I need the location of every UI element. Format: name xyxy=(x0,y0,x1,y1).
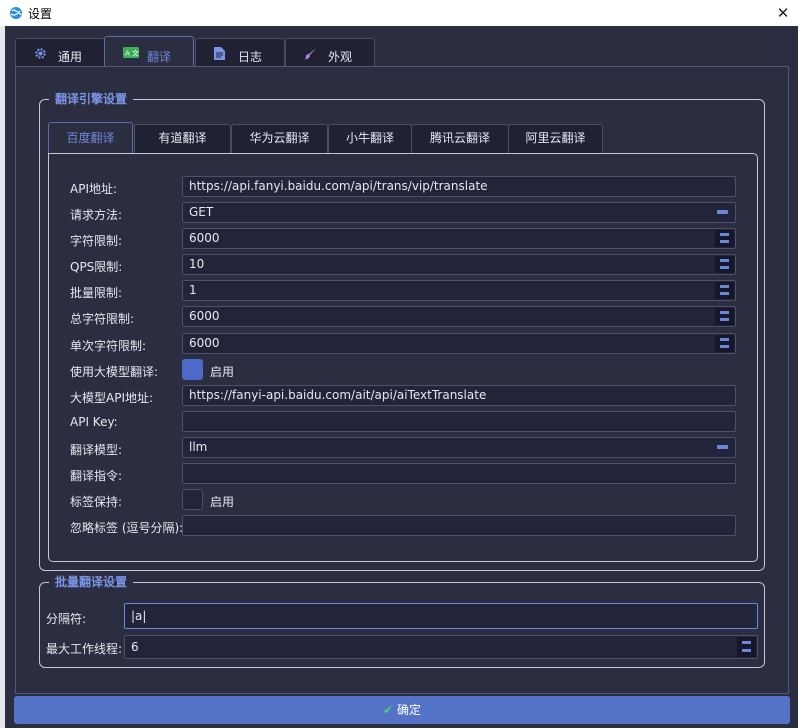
engine-group-title: 翻译引擎设置 xyxy=(49,91,134,107)
document-icon xyxy=(214,47,225,60)
dropdown-arrow-icon xyxy=(717,445,728,449)
title-bar: 设置 ✕ xyxy=(0,0,800,26)
max-workers-label: 最大工作线程: xyxy=(46,642,123,656)
tag-keep-checkbox[interactable] xyxy=(182,489,203,510)
ok-button-label: 确定 xyxy=(397,703,422,717)
tag-keep-label: 标签保持: xyxy=(70,495,123,509)
globe-icon xyxy=(10,7,22,19)
subtab-youdao[interactable]: 有道翻译 xyxy=(134,124,231,153)
spin-buttons-icon[interactable] xyxy=(737,637,756,657)
max-workers-value: 6 xyxy=(131,640,139,654)
method-select[interactable]: GET xyxy=(182,202,736,223)
separator-label: 分隔符: xyxy=(46,612,87,626)
subtab-baidu[interactable]: 百度翻译 xyxy=(48,122,133,154)
llm-api-url-label: 大模型API地址: xyxy=(70,391,154,405)
tab-appearance-label: 外观 xyxy=(328,50,353,64)
svg-text:A: A xyxy=(125,50,130,58)
ok-button[interactable]: ✔ 确定 xyxy=(14,696,790,724)
gear-icon xyxy=(35,48,46,59)
tab-translate[interactable]: A 文 翻译 xyxy=(104,36,194,69)
model-value: llm xyxy=(189,440,208,454)
spin-buttons-icon[interactable] xyxy=(715,335,734,352)
model-select[interactable]: llm xyxy=(182,437,736,458)
char-limit-spinbox[interactable]: 6000 xyxy=(182,228,736,249)
qps-limit-spinbox[interactable]: 10 xyxy=(182,254,736,275)
char-limit-label: 字符限制: xyxy=(70,234,123,248)
char-limit-value: 6000 xyxy=(189,231,220,245)
tab-general[interactable]: 通用 xyxy=(15,38,105,68)
batch-limit-spinbox[interactable]: 1 xyxy=(182,280,736,301)
checkmark-icon: ✔ xyxy=(382,703,394,717)
translate-tab-panel: 翻译引擎设置 百度翻译 有道翻译 华为云翻译 小牛翻译 腾讯云翻译 阿里云翻译 … xyxy=(15,66,789,694)
api-key-input[interactable] xyxy=(182,411,736,432)
method-label: 请求方法: xyxy=(70,208,123,222)
batch-limit-value: 1 xyxy=(189,283,197,297)
api-url-input[interactable]: https://api.fanyi.baidu.com/api/trans/vi… xyxy=(182,176,736,197)
single-char-limit-spinbox[interactable]: 6000 xyxy=(182,333,736,354)
tab-log[interactable]: 日志 xyxy=(195,38,285,68)
settings-window: 通用 A 文 翻译 日志 外观 翻译引擎设置 百度翻译 有道翻译 华为云翻译 小… xyxy=(5,26,798,728)
separator-input[interactable]: |a| xyxy=(124,603,758,629)
llm-api-url-input[interactable]: https://fanyi-api.baidu.com/ait/api/aiTe… xyxy=(182,385,736,406)
qps-limit-value: 10 xyxy=(189,257,205,271)
instruction-input[interactable] xyxy=(182,463,736,484)
api-key-label: API Key: xyxy=(70,415,118,429)
svg-text:文: 文 xyxy=(132,49,139,58)
translate-icon: A 文 xyxy=(123,47,139,58)
batch-limit-label: 批量限制: xyxy=(70,286,123,300)
tag-keep-enable-label[interactable]: 启用 xyxy=(210,493,234,510)
api-url-label: API地址: xyxy=(70,182,118,196)
instruction-label: 翻译指令: xyxy=(70,469,123,483)
total-char-limit-label: 总字符限制: xyxy=(70,312,135,326)
max-workers-spinbox[interactable]: 6 xyxy=(124,635,758,659)
single-char-limit-label: 单次字符限制: xyxy=(70,339,147,353)
spin-buttons-icon[interactable] xyxy=(715,230,734,247)
subtab-huawei[interactable]: 华为云翻译 xyxy=(231,124,328,153)
subtab-aliyun[interactable]: 阿里云翻译 xyxy=(508,124,603,153)
window-title: 设置 xyxy=(28,7,53,21)
baidu-settings-panel: API地址: https://api.fanyi.baidu.com/api/t… xyxy=(48,153,758,562)
subtab-tencent[interactable]: 腾讯云翻译 xyxy=(411,124,509,153)
tab-log-label: 日志 xyxy=(238,50,263,64)
batch-group-title: 批量翻译设置 xyxy=(49,574,134,590)
dropdown-arrow-icon xyxy=(717,210,728,214)
batch-settings-group: 批量翻译设置 分隔符: |a| 最大工作线程: 6 xyxy=(39,574,765,668)
tab-general-label: 通用 xyxy=(58,50,83,64)
tab-translate-label: 翻译 xyxy=(147,50,172,64)
tab-appearance[interactable]: 外观 xyxy=(285,38,375,68)
total-char-limit-spinbox[interactable]: 6000 xyxy=(182,306,736,327)
close-button[interactable]: ✕ xyxy=(766,0,800,26)
subtab-xiaoniu[interactable]: 小牛翻译 xyxy=(328,124,412,153)
use-llm-checkbox[interactable] xyxy=(182,359,203,380)
total-char-limit-value: 6000 xyxy=(189,309,220,323)
method-value: GET xyxy=(189,205,214,219)
qps-limit-label: QPS限制: xyxy=(70,260,123,274)
engine-settings-group: 翻译引擎设置 百度翻译 有道翻译 华为云翻译 小牛翻译 腾讯云翻译 阿里云翻译 … xyxy=(39,91,765,571)
ignore-tags-input[interactable] xyxy=(182,515,736,536)
single-char-limit-value: 6000 xyxy=(189,336,220,350)
spin-buttons-icon[interactable] xyxy=(715,308,734,325)
spin-buttons-icon[interactable] xyxy=(715,256,734,273)
model-label: 翻译模型: xyxy=(70,443,123,457)
brush-icon xyxy=(304,48,316,60)
spin-buttons-icon[interactable] xyxy=(715,282,734,299)
use-llm-label: 使用大模型翻译: xyxy=(70,365,159,379)
ignore-tags-label: 忽略标签 (逗号分隔): xyxy=(70,521,184,535)
use-llm-enable-label[interactable]: 启用 xyxy=(210,363,234,380)
